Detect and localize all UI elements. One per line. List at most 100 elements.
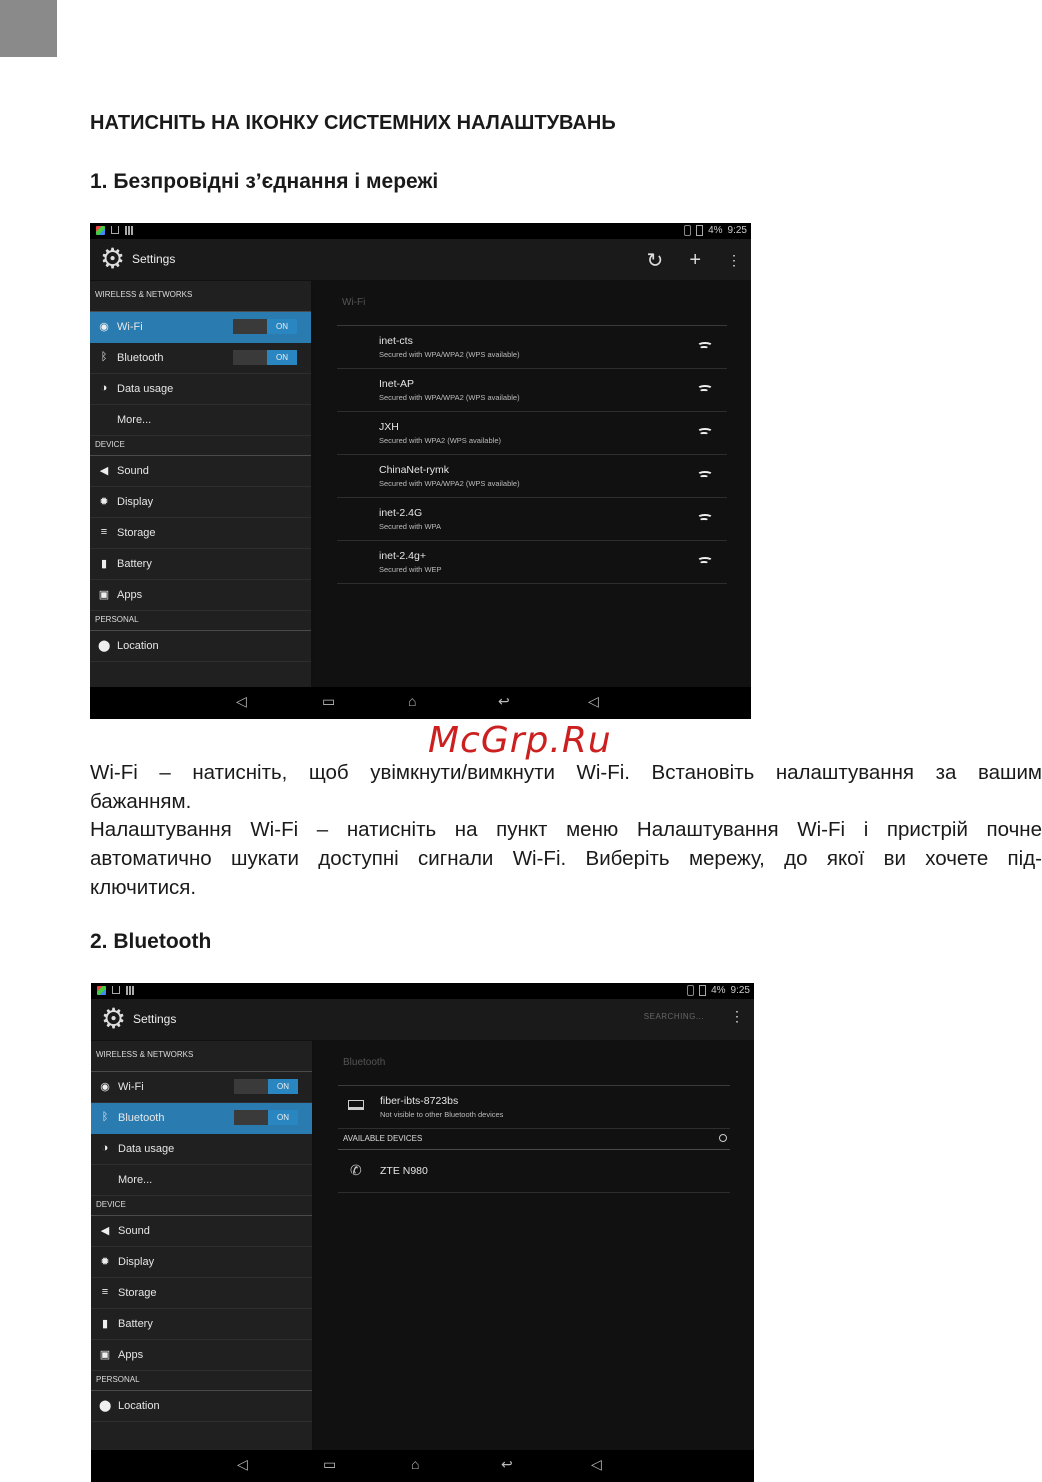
action-bar: ⚙ Settings SEARCHING... ⋮: [91, 999, 754, 1041]
home-icon[interactable]: ⌂: [408, 693, 416, 709]
battery-icon: [699, 985, 707, 996]
apps-icon: ▣: [99, 1349, 111, 1361]
section-personal: PERSONAL: [91, 1371, 312, 1391]
menu-item-location[interactable]: ⬤ Location: [91, 1391, 312, 1422]
bluetooth-toggle[interactable]: ON: [234, 1110, 298, 1125]
volume-down-icon[interactable]: ◁: [237, 1456, 248, 1473]
wifi-toggle[interactable]: ON: [234, 1079, 298, 1094]
usb-icon: [112, 986, 120, 994]
wifi-signal-lock-icon: [697, 512, 713, 524]
section-heading-bluetooth: 2. Bluetooth: [90, 930, 212, 953]
menu-item-data-usage[interactable]: ◑ Data usage: [90, 374, 311, 405]
wifi-signal-lock-icon: [697, 383, 713, 395]
device-name: fiber-ibts-8723bs: [380, 1095, 459, 1107]
menu-label: More...: [117, 414, 152, 426]
menu-label: Bluetooth: [117, 352, 164, 364]
menu-item-wifi[interactable]: ◉ Wi-Fi ON: [91, 1072, 312, 1103]
menu-label: Battery: [118, 1318, 153, 1330]
wifi-icon: ◉: [100, 1081, 110, 1093]
wifi-settings-paragraph: Налаштування Wi-Fi – натисніть на пункт …: [90, 815, 1042, 902]
searching-label[interactable]: SEARCHING...: [644, 1012, 704, 1021]
bluetooth-icon: ᛒ: [101, 1111, 109, 1123]
settings-title: Settings: [133, 1012, 177, 1026]
menu-item-bluetooth[interactable]: ᛒ Bluetooth ON: [90, 343, 311, 374]
menu-label: Wi-Fi: [117, 321, 143, 333]
menu-item-wifi[interactable]: ◉ Wi-Fi ON: [90, 312, 311, 343]
volume-down-icon[interactable]: ◁: [236, 693, 247, 710]
settings-sidebar: WIRELESS & NETWORKS ◉ Wi-Fi ON ᛒ Bluetooth O…: [90, 281, 311, 687]
bluetooth-status-icon: [687, 985, 695, 996]
settings-title: Settings: [132, 252, 176, 266]
overflow-menu-icon[interactable]: ⋮: [727, 252, 741, 269]
menu-item-more[interactable]: More...: [90, 405, 311, 436]
menu-item-sound[interactable]: ◀ Sound: [91, 1216, 312, 1247]
menu-item-display[interactable]: ✹ Display: [91, 1247, 312, 1278]
menu-label: Bluetooth: [118, 1112, 165, 1124]
wps-icon[interactable]: ↻: [647, 248, 664, 273]
menu-item-apps[interactable]: ▣ Apps: [91, 1340, 312, 1371]
network-row[interactable]: JXH Secured with WPA2 (WPS available): [337, 412, 727, 455]
found-device-row[interactable]: ✆ ZTE N980: [338, 1150, 730, 1193]
menu-label: Data usage: [118, 1143, 175, 1155]
action-bar: ⚙ Settings ↻ + ⋮: [90, 239, 751, 281]
storage-icon: ≡: [101, 1286, 109, 1298]
recent-apps-icon[interactable]: ▭: [322, 693, 335, 710]
home-icon[interactable]: ⌂: [411, 1456, 419, 1472]
menu-item-more[interactable]: More...: [91, 1165, 312, 1196]
network-row[interactable]: inet-2.4g+ Secured with WEP: [337, 541, 727, 584]
network-name: Inet-AP: [379, 378, 415, 390]
menu-item-battery[interactable]: ▮ Battery: [90, 549, 311, 580]
network-row[interactable]: inet-cts Secured with WPA/WPA2 (WPS avail…: [337, 326, 727, 369]
menu-item-data-usage[interactable]: ◑ Data usage: [91, 1134, 312, 1165]
battery-menu-icon: ▮: [100, 558, 108, 570]
bluetooth-toggle[interactable]: ON: [233, 350, 297, 365]
device-visibility: Not visible to other Bluetooth devices: [380, 1110, 504, 1119]
section-wireless-networks: WIRELESS & NETWORKS: [91, 1041, 312, 1072]
section-personal: PERSONAL: [90, 611, 311, 631]
menu-label: More...: [118, 1174, 153, 1186]
menu-item-bluetooth[interactable]: ᛒ Bluetooth ON: [91, 1103, 312, 1134]
wifi-paragraph: Wi-Fi – натисніть, щоб увімкнути/вимкнут…: [90, 758, 1042, 816]
menu-item-battery[interactable]: ▮ Battery: [91, 1309, 312, 1340]
menu-label: Apps: [117, 589, 143, 601]
menu-item-display[interactable]: ✹ Display: [90, 487, 311, 518]
text-line: автоматично шукати доступні сигнали Wi-F…: [90, 847, 1042, 870]
own-device-row[interactable]: fiber-ibts-8723bs Not visible to other B…: [338, 1086, 730, 1129]
usb-icon: [111, 226, 119, 234]
network-security: Secured with WPA/WPA2 (WPS available): [379, 479, 520, 488]
wifi-signal-lock-icon: [697, 340, 713, 352]
menu-item-storage[interactable]: ≡ Storage: [90, 518, 311, 549]
speaker-icon: ◀: [99, 465, 109, 477]
back-icon[interactable]: ↩: [498, 693, 510, 710]
volume-up-icon[interactable]: ◁: [591, 1456, 602, 1473]
wifi-panel: Wi-Fi inet-cts Secured with WPA/WPA2 (WPS…: [313, 281, 751, 687]
add-network-icon[interactable]: +: [689, 249, 701, 272]
menu-label: Sound: [118, 1225, 150, 1237]
back-icon[interactable]: ↩: [501, 1456, 513, 1473]
network-row[interactable]: ChinaNet-rymk Secured with WPA/WPA2 (WPS …: [337, 455, 727, 498]
bluetooth-icon: ᛒ: [100, 351, 108, 363]
available-devices-header: AVAILABLE DEVICES: [338, 1129, 730, 1150]
menu-label: Storage: [117, 527, 156, 539]
wifi-panel-header: Wi-Fi: [337, 281, 727, 326]
menu-item-location[interactable]: ⬤ Location: [90, 631, 311, 662]
overflow-menu-icon[interactable]: ⋮: [730, 1008, 744, 1025]
menu-item-apps[interactable]: ▣ Apps: [90, 580, 311, 611]
menu-item-storage[interactable]: ≡ Storage: [91, 1278, 312, 1309]
toggle-state: ON: [267, 319, 297, 334]
toggle-state: ON: [268, 1079, 298, 1094]
speaker-icon: ◀: [100, 1225, 110, 1237]
volume-up-icon[interactable]: ◁: [588, 693, 599, 710]
watermark: McGrp.Ru: [428, 720, 612, 761]
recent-apps-icon[interactable]: ▭: [323, 1456, 336, 1473]
bluetooth-panel: Bluetooth fiber-ibts-8723bs Not visible …: [314, 1041, 754, 1451]
network-row[interactable]: Inet-AP Secured with WPA/WPA2 (WPS availa…: [337, 369, 727, 412]
network-row[interactable]: inet-2.4G Secured with WPA: [337, 498, 727, 541]
menu-label: Location: [118, 1400, 160, 1412]
wifi-toggle[interactable]: ON: [233, 319, 297, 334]
menu-item-sound[interactable]: ◀ Sound: [90, 456, 311, 487]
toggle-state: ON: [267, 350, 297, 365]
brightness-icon: ✹: [100, 1256, 110, 1268]
settings-sidebar: WIRELESS & NETWORKS ◉ Wi-Fi ON ᛒ Bluetooth O…: [91, 1041, 312, 1451]
network-name: inet-2.4g+: [379, 550, 426, 562]
